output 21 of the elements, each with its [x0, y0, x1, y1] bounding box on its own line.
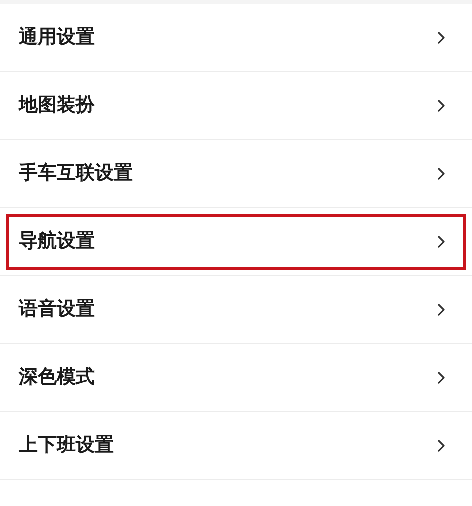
- settings-item[interactable]: 通用设置: [6, 10, 466, 66]
- settings-item[interactable]: 地图装扮: [6, 78, 466, 134]
- chevron-right-icon: [438, 32, 445, 44]
- settings-label: 地图装扮: [19, 93, 95, 118]
- settings-item[interactable]: 手车互联设置: [6, 146, 466, 202]
- settings-label: 手车互联设置: [19, 161, 133, 186]
- settings-item[interactable]: 语音设置: [6, 282, 466, 338]
- settings-label: 语音设置: [19, 297, 95, 322]
- settings-label: 上下班设置: [19, 433, 114, 458]
- settings-item[interactable]: 导航设置: [6, 214, 466, 270]
- chevron-right-icon: [438, 236, 445, 248]
- settings-label: 深色模式: [19, 365, 95, 390]
- settings-item[interactable]: 上下班设置: [6, 418, 466, 474]
- chevron-right-icon: [438, 440, 445, 452]
- chevron-right-icon: [438, 372, 445, 384]
- chevron-right-icon: [438, 168, 445, 180]
- settings-label: 通用设置: [19, 25, 95, 50]
- settings-label: 导航设置: [19, 229, 95, 254]
- chevron-right-icon: [438, 100, 445, 112]
- chevron-right-icon: [438, 304, 445, 316]
- settings-item[interactable]: 深色模式: [6, 350, 466, 406]
